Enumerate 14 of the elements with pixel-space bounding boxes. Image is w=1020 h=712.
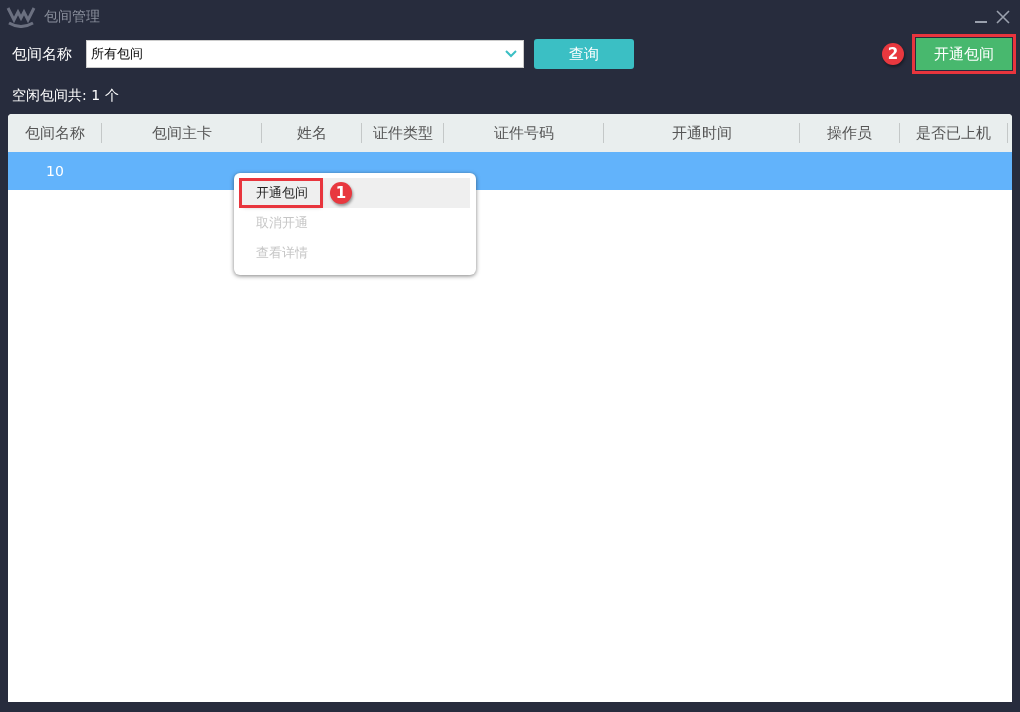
column-header: 包间名称 bbox=[24, 123, 85, 143]
column-header: 证件号码 bbox=[493, 123, 554, 143]
step-badge: 2 bbox=[882, 43, 904, 65]
step-badge: 1 bbox=[330, 182, 352, 204]
column-header: 包间主卡 bbox=[151, 123, 212, 143]
window-title: 包间管理 bbox=[44, 8, 100, 26]
column-header: 姓名 bbox=[296, 123, 327, 143]
free-room-count: 空闲包间共: 1 个 bbox=[12, 86, 120, 105]
column-header: 证件类型 bbox=[372, 123, 433, 143]
column-header: 是否已上机 bbox=[916, 123, 991, 143]
table-cell: 10 bbox=[46, 163, 64, 179]
room-name-label: 包间名称 bbox=[12, 44, 72, 64]
column-header: 操作员 bbox=[827, 123, 872, 143]
column-header: 开通时间 bbox=[671, 123, 732, 143]
